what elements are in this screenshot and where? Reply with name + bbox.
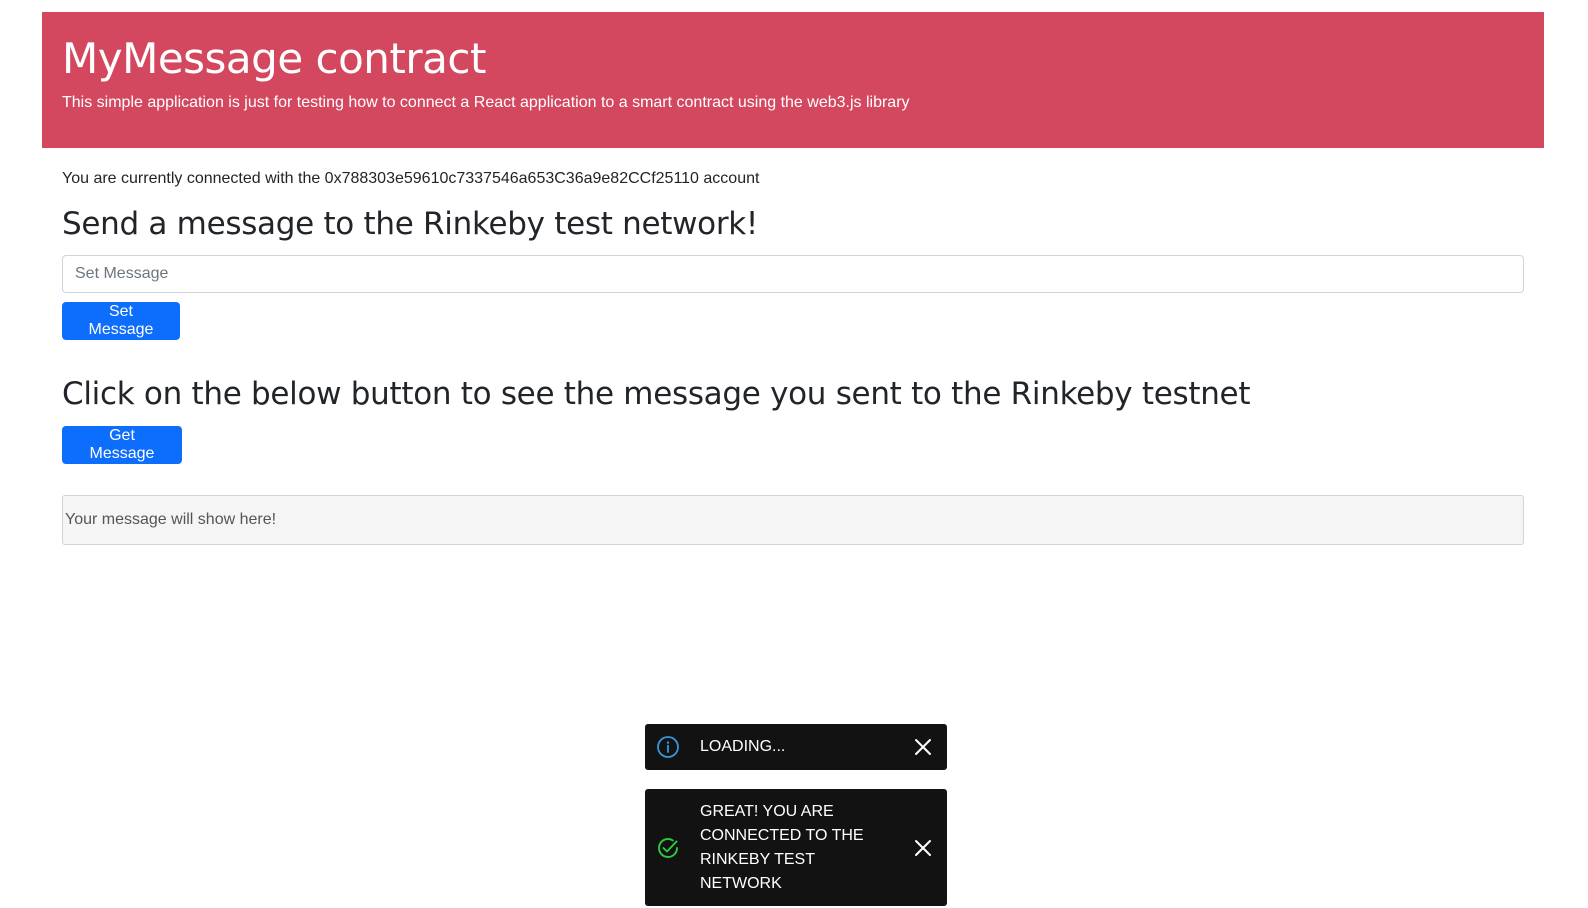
page-title: MyMessage contract — [62, 34, 486, 83]
message-input[interactable] — [62, 255, 1524, 293]
toast-loading: Loading... — [645, 724, 947, 770]
close-icon[interactable] — [913, 737, 933, 757]
check-circle-icon — [658, 837, 678, 858]
toast-success: Great! You are connected to the Rinkeby … — [645, 789, 947, 906]
send-message-heading: Send a message to the Rinkeby test netwo… — [62, 206, 759, 242]
get-message-button[interactable]: Get Message — [62, 426, 182, 464]
message-output: Your message will show here! — [62, 495, 1524, 545]
close-icon[interactable] — [913, 838, 933, 858]
page-header: MyMessage contract This simple applicati… — [42, 12, 1544, 148]
set-message-button[interactable]: Set Message — [62, 302, 180, 340]
toast-loading-text: Loading... — [700, 738, 786, 755]
account-status-text: You are currently connected with the 0x7… — [62, 170, 760, 187]
get-message-heading: Click on the below button to see the mes… — [62, 376, 1251, 412]
page-subtitle: This simple application is just for test… — [62, 94, 910, 111]
toast-success-text: Great! You are connected to the Rinkeby … — [700, 802, 864, 892]
info-icon — [657, 736, 679, 758]
